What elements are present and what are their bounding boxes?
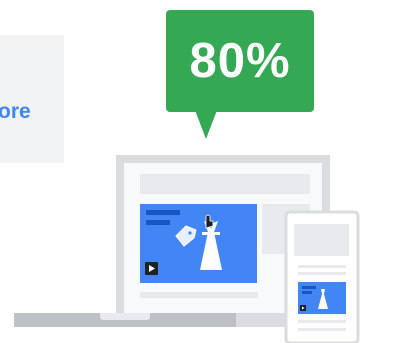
phone-ad-line-2 <box>302 291 312 294</box>
phone-play-icon <box>300 305 306 311</box>
laptop-hinge-notch <box>100 313 150 320</box>
phone-line-2 <box>298 272 346 275</box>
play-icon <box>145 262 158 275</box>
phone-header <box>294 224 349 256</box>
ad-device-illustration: ore 80% <box>0 0 409 343</box>
phone-line-1 <box>298 265 346 268</box>
laptop-footer-line <box>140 292 258 298</box>
phone-line-3 <box>298 320 346 323</box>
phone-ad-line-1 <box>302 286 316 289</box>
laptop-header-bar <box>140 174 310 194</box>
phone-line-4 <box>298 328 346 331</box>
ad-title-line <box>146 210 180 215</box>
ad-subtitle-line <box>146 220 170 225</box>
devices-illustration <box>14 155 360 343</box>
